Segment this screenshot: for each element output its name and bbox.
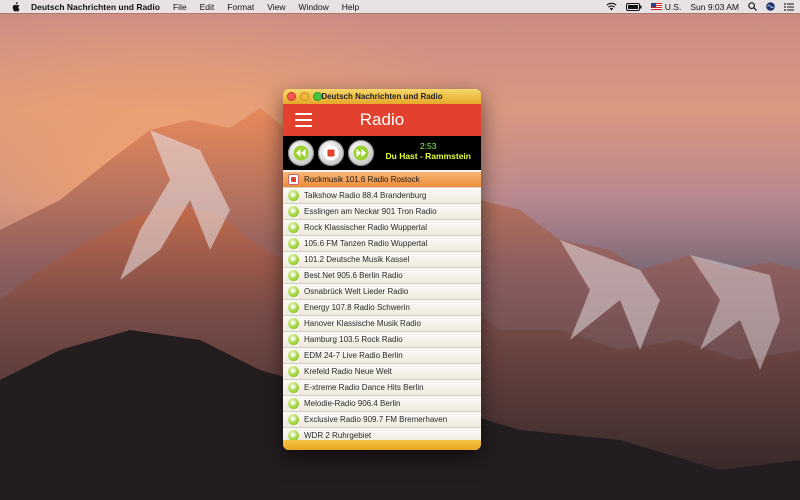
play-icon	[288, 334, 299, 345]
station-row[interactable]: 105.6 FM Tanzen Radio Wuppertal	[283, 236, 481, 252]
keyboard-input-label[interactable]: U.S.	[665, 2, 682, 12]
hamburger-menu-icon[interactable]	[295, 113, 312, 127]
menu-file[interactable]: File	[173, 2, 187, 12]
battery-icon[interactable]	[625, 2, 642, 11]
play-icon	[288, 398, 299, 409]
stop-button[interactable]	[318, 140, 344, 166]
menubar-clock[interactable]: Sun 9:03 AM	[690, 2, 739, 12]
station-name: Krefeld Radio Neue Welt	[304, 367, 392, 376]
play-icon	[288, 350, 299, 361]
play-icon	[288, 254, 299, 265]
notification-center-icon[interactable]	[784, 2, 794, 11]
station-name: WDR 2 Ruhrgebiet	[304, 431, 372, 440]
window-titlebar[interactable]: Deutsch Nachrichten und Radio	[283, 89, 481, 104]
app-window: Deutsch Nachrichten und Radio Radio 2:53…	[283, 89, 481, 450]
station-row[interactable]: Energy 107.8 Radio Schwerin	[283, 300, 481, 316]
window-minimize-button[interactable]	[300, 92, 309, 101]
station-row[interactable]: Best.Net 905.6 Berlin Radio	[283, 268, 481, 284]
play-icon	[288, 414, 299, 425]
apple-menu-icon[interactable]	[11, 1, 20, 12]
menu-bar: Deutsch Nachrichten und Radio File Edit …	[0, 0, 800, 13]
play-icon	[288, 270, 299, 281]
wifi-icon[interactable]	[606, 2, 617, 11]
play-icon	[288, 206, 299, 217]
play-icon	[288, 366, 299, 377]
station-name: Talkshow Radio 88.4 Brandenburg	[304, 191, 427, 200]
now-playing: 2:53 Du Hast - Rammstein	[386, 141, 472, 161]
station-name: E-xtreme Radio Dance Hits Berlin	[304, 383, 424, 392]
fast-forward-button[interactable]	[348, 140, 374, 166]
station-name: Best.Net 905.6 Berlin Radio	[304, 271, 403, 280]
station-row[interactable]: Melodie-Radio 906.4 Berlin	[283, 396, 481, 412]
playback-time: 2:53	[419, 141, 437, 151]
station-name: Rockmusik 101.6 Radio Rostock	[304, 175, 420, 184]
play-icon	[288, 318, 299, 329]
siri-icon[interactable]	[766, 2, 775, 11]
station-row-selected[interactable]: Rockmusik 101.6 Radio Rostock	[283, 172, 481, 188]
station-list[interactable]: Rockmusik 101.6 Radio Rostock Talkshow R…	[283, 172, 481, 440]
stop-icon	[327, 149, 335, 157]
menu-format[interactable]: Format	[227, 2, 254, 12]
station-name: Hamburg 103.5 Rock Radio	[304, 335, 403, 344]
window-close-button[interactable]	[287, 92, 296, 101]
play-icon	[288, 382, 299, 393]
app-menu-name[interactable]: Deutsch Nachrichten und Radio	[31, 2, 160, 12]
station-row[interactable]: Talkshow Radio 88.4 Brandenburg	[283, 188, 481, 204]
window-footer	[283, 440, 481, 450]
play-icon	[288, 222, 299, 233]
menu-view[interactable]: View	[267, 2, 285, 12]
station-row[interactable]: WDR 2 Ruhrgebiet	[283, 428, 481, 440]
station-row[interactable]: Rock Klassischer Radio Wuppertal	[283, 220, 481, 236]
station-row[interactable]: EDM 24-7 Live Radio Berlin	[283, 348, 481, 364]
window-title: Deutsch Nachrichten und Radio	[321, 92, 443, 101]
station-row[interactable]: 101.2 Deutsche Musik Kassel	[283, 252, 481, 268]
station-name: Melodie-Radio 906.4 Berlin	[304, 399, 401, 408]
play-icon	[288, 430, 299, 440]
station-row[interactable]: Hanover Klassische Musik Radio	[283, 316, 481, 332]
station-name: Osnabrück Welt Lieder Radio	[304, 287, 409, 296]
menu-window[interactable]: Window	[299, 2, 329, 12]
play-icon	[288, 302, 299, 313]
header-title: Radio	[359, 110, 405, 129]
menu-edit[interactable]: Edit	[200, 2, 215, 12]
play-icon	[288, 238, 299, 249]
app-header: Radio	[283, 104, 481, 136]
station-name: Rock Klassischer Radio Wuppertal	[304, 223, 428, 232]
station-row[interactable]: Krefeld Radio Neue Welt	[283, 364, 481, 380]
player-bar: 2:53 Du Hast - Rammstein	[283, 136, 481, 170]
play-icon	[288, 190, 299, 201]
station-row[interactable]: Hamburg 103.5 Rock Radio	[283, 332, 481, 348]
station-row[interactable]: Exclusive Radio 909.7 FM Bremerhaven	[283, 412, 481, 428]
station-name: Hanover Klassische Musik Radio	[304, 319, 421, 328]
window-zoom-button[interactable]	[313, 92, 322, 101]
station-name: Energy 107.8 Radio Schwerin	[304, 303, 410, 312]
station-name: EDM 24-7 Live Radio Berlin	[304, 351, 403, 360]
play-icon	[288, 286, 299, 297]
now-playing-track: Du Hast - Rammstein	[385, 151, 472, 161]
station-row[interactable]: Osnabrück Welt Lieder Radio	[283, 284, 481, 300]
us-flag-icon[interactable]	[650, 3, 662, 10]
station-name: Exclusive Radio 909.7 FM Bremerhaven	[304, 415, 448, 424]
stop-icon	[288, 174, 299, 185]
rewind-button[interactable]	[288, 140, 314, 166]
station-name: Esslingen am Neckar 901 Tron Radio	[304, 207, 437, 216]
station-row[interactable]: E-xtreme Radio Dance Hits Berlin	[283, 380, 481, 396]
station-name: 105.6 FM Tanzen Radio Wuppertal	[304, 239, 428, 248]
station-row[interactable]: Esslingen am Neckar 901 Tron Radio	[283, 204, 481, 220]
spotlight-search-icon[interactable]	[748, 2, 757, 11]
menu-help[interactable]: Help	[342, 2, 359, 12]
station-name: 101.2 Deutsche Musik Kassel	[304, 255, 410, 264]
